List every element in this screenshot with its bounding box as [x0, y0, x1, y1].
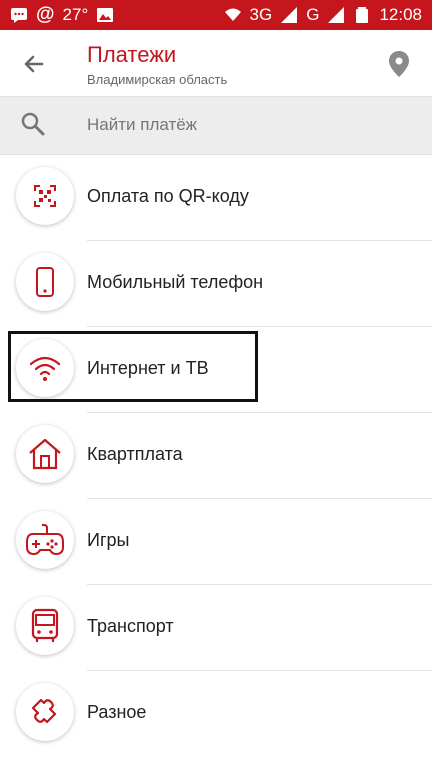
signal-icon	[281, 7, 298, 23]
search-bar	[0, 97, 432, 155]
item-icon-circle	[16, 425, 74, 483]
network-type: 3G	[249, 5, 273, 24]
list-item-misc[interactable]: Разное	[0, 671, 432, 757]
status-bar: @ 27° 3G G 12:08	[0, 0, 432, 30]
signal-icon-2	[328, 7, 345, 23]
list-item-mobile[interactable]: Мобильный телефон	[0, 241, 432, 327]
bus-icon	[31, 608, 59, 642]
item-label: Оплата по QR-коду	[87, 186, 249, 206]
page-title: Платежи	[87, 42, 177, 67]
item-icon-circle	[16, 597, 74, 655]
house-icon	[29, 438, 61, 470]
qr-icon	[34, 185, 56, 207]
list-item-games[interactable]: Игры	[0, 499, 432, 585]
status-right: 3G G 12:08	[224, 4, 422, 26]
item-label: Игры	[87, 530, 130, 550]
list-item-transport[interactable]: Транспорт	[0, 585, 432, 671]
battery-icon	[356, 7, 369, 23]
region-subtitle[interactable]: Владимирская область	[87, 72, 227, 87]
message-icon	[11, 8, 27, 23]
phone-icon	[36, 267, 54, 297]
app-header: Платежи Владимирская область	[0, 30, 432, 97]
image-icon	[97, 8, 114, 22]
payment-categories-list: Оплата по QR-коду Мобильный телефон Инте…	[0, 155, 432, 757]
item-icon-circle	[16, 339, 74, 397]
item-icon-circle	[16, 253, 74, 311]
gamepad-icon	[26, 524, 64, 556]
list-item-internet-tv[interactable]: Интернет и ТВ	[0, 327, 432, 413]
search-icon	[21, 112, 45, 136]
list-item-housing[interactable]: Квартплата	[0, 413, 432, 499]
network-type-2: G	[306, 5, 320, 24]
at-icon: @	[36, 4, 55, 25]
back-arrow-icon[interactable]	[18, 48, 50, 80]
wifi-icon	[29, 356, 61, 381]
item-icon-circle	[16, 511, 74, 569]
location-pin-icon[interactable]	[388, 50, 410, 78]
item-label: Транспорт	[87, 616, 174, 636]
puzzle-icon	[31, 698, 57, 724]
item-icon-circle	[16, 683, 74, 741]
temperature: 27°	[62, 5, 89, 24]
item-label: Разное	[87, 702, 147, 722]
item-label: Мобильный телефон	[87, 272, 264, 292]
item-label: Квартплата	[87, 444, 183, 464]
status-left: @ 27°	[10, 4, 114, 26]
list-item-qr[interactable]: Оплата по QR-коду	[0, 155, 432, 241]
clock: 12:08	[379, 5, 422, 24]
search-input[interactable]	[87, 115, 387, 135]
item-label: Интернет и ТВ	[87, 358, 209, 378]
item-icon-circle	[16, 167, 74, 225]
wifi-status-icon	[224, 8, 241, 21]
